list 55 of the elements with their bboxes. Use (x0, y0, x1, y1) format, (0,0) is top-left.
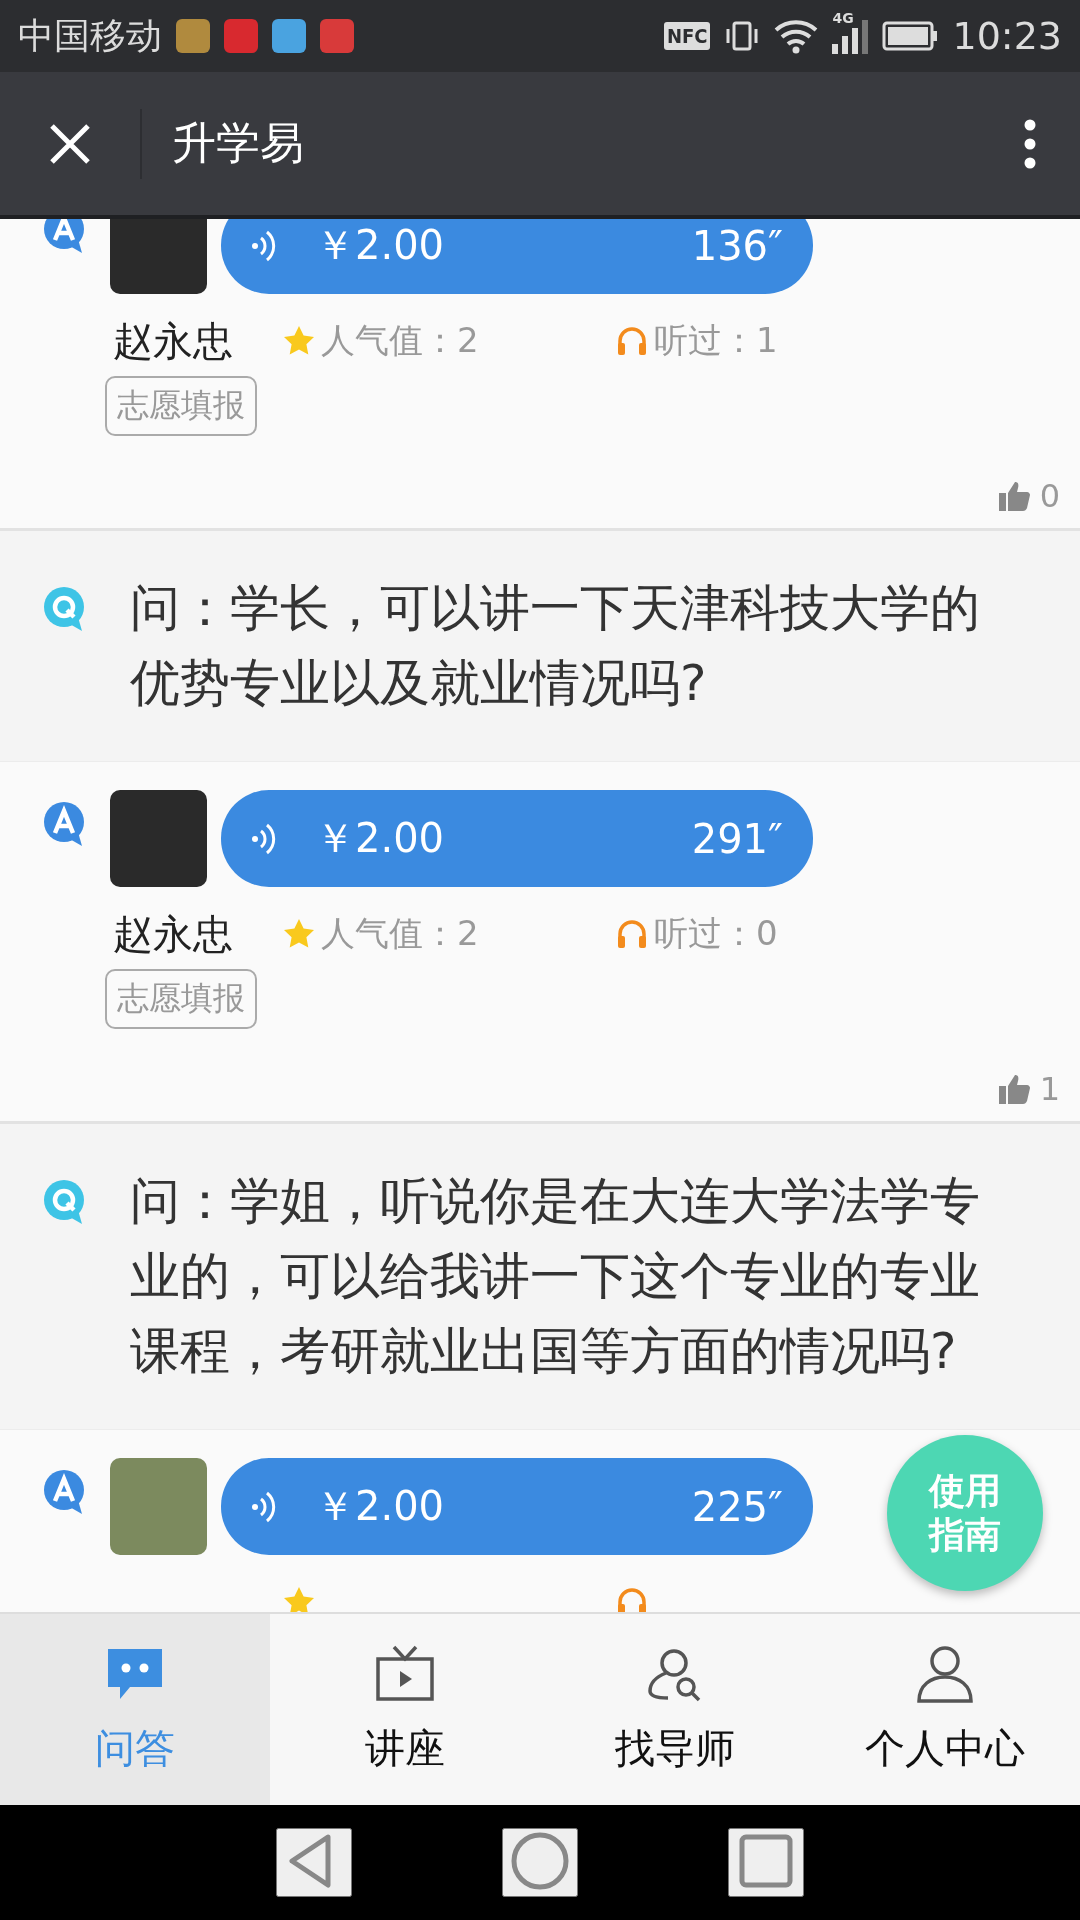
recent-apps-button[interactable] (728, 1828, 804, 1897)
tab[interactable]: 问答 (0, 1614, 270, 1805)
tab[interactable]: 讲座 (270, 1614, 540, 1805)
duration-label: 136″ (691, 222, 783, 269)
thumbs-up-icon (997, 1073, 1032, 1105)
more-icon (1024, 118, 1036, 169)
tab[interactable]: 个人中心 (810, 1614, 1080, 1805)
like-count: 0 (1039, 477, 1060, 515)
duration-label: 291″ (691, 815, 783, 862)
category-tag: 志愿填报 (105, 376, 257, 436)
price-label: ￥2.00 (315, 1482, 446, 1531)
person-icon (914, 1643, 976, 1705)
voice-answer-button[interactable]: ￥2.00 291″ (221, 790, 813, 887)
listen-count: 听过：1 (654, 319, 778, 362)
voice-answer-button[interactable]: ￥2.00 225″ (221, 1458, 813, 1555)
notification-icon (320, 19, 354, 53)
wifi-icon (774, 18, 819, 54)
star-icon (283, 325, 315, 357)
sound-wave-icon (251, 821, 277, 856)
headphones-icon (616, 1586, 648, 1612)
headphones-icon (616, 325, 648, 357)
vibrate-icon (724, 19, 761, 53)
sound-wave-icon (251, 1489, 277, 1524)
thumbs-up-icon (997, 480, 1032, 512)
star-icon (283, 1586, 315, 1612)
like-count: 1 (1039, 1070, 1060, 1108)
notification-icon (224, 19, 258, 53)
popularity-count: 人气值：2 (321, 912, 479, 955)
question-text: 问：学长，可以讲一下天津科技大学的优势专业以及就业情况吗? (130, 578, 981, 714)
headphones-icon (616, 918, 648, 950)
notification-icon (272, 19, 306, 53)
tab[interactable]: 找导师 (540, 1614, 810, 1805)
page-title: 升学易 (172, 116, 305, 170)
price-label: ￥2.00 (315, 814, 446, 863)
notification-icon (176, 19, 210, 53)
duration-label: 225″ (691, 1483, 783, 1530)
clock: 10:23 (952, 14, 1062, 58)
popularity-count: 人气值：2 (321, 319, 479, 362)
price-label: ￥2.00 (315, 221, 446, 270)
carrier-name: 中国移动 (18, 13, 162, 58)
battery-icon (882, 21, 939, 51)
network-type: 4G (832, 10, 854, 26)
home-icon (510, 1831, 570, 1891)
home-button[interactable] (502, 1828, 578, 1897)
listen-count: 听过：0 (654, 912, 778, 955)
category-tag: 志愿填报 (105, 969, 257, 1029)
question-text: 问：学姐，听说你是在大连大学法学专业的，可以给我讲一下这个专业的专业课程，考研就业出国等方面的情况吗? (130, 1171, 981, 1382)
sound-wave-icon (251, 228, 277, 263)
star-icon (283, 918, 315, 950)
answerer-name: 赵永忠 (113, 316, 234, 366)
voice-answer-button[interactable]: ￥2.00 136″ (221, 219, 813, 294)
nfc-icon: NFC (663, 22, 711, 50)
answerer-name: 赵永忠 (113, 909, 234, 959)
close-icon (48, 121, 92, 166)
back-button[interactable] (276, 1828, 352, 1897)
